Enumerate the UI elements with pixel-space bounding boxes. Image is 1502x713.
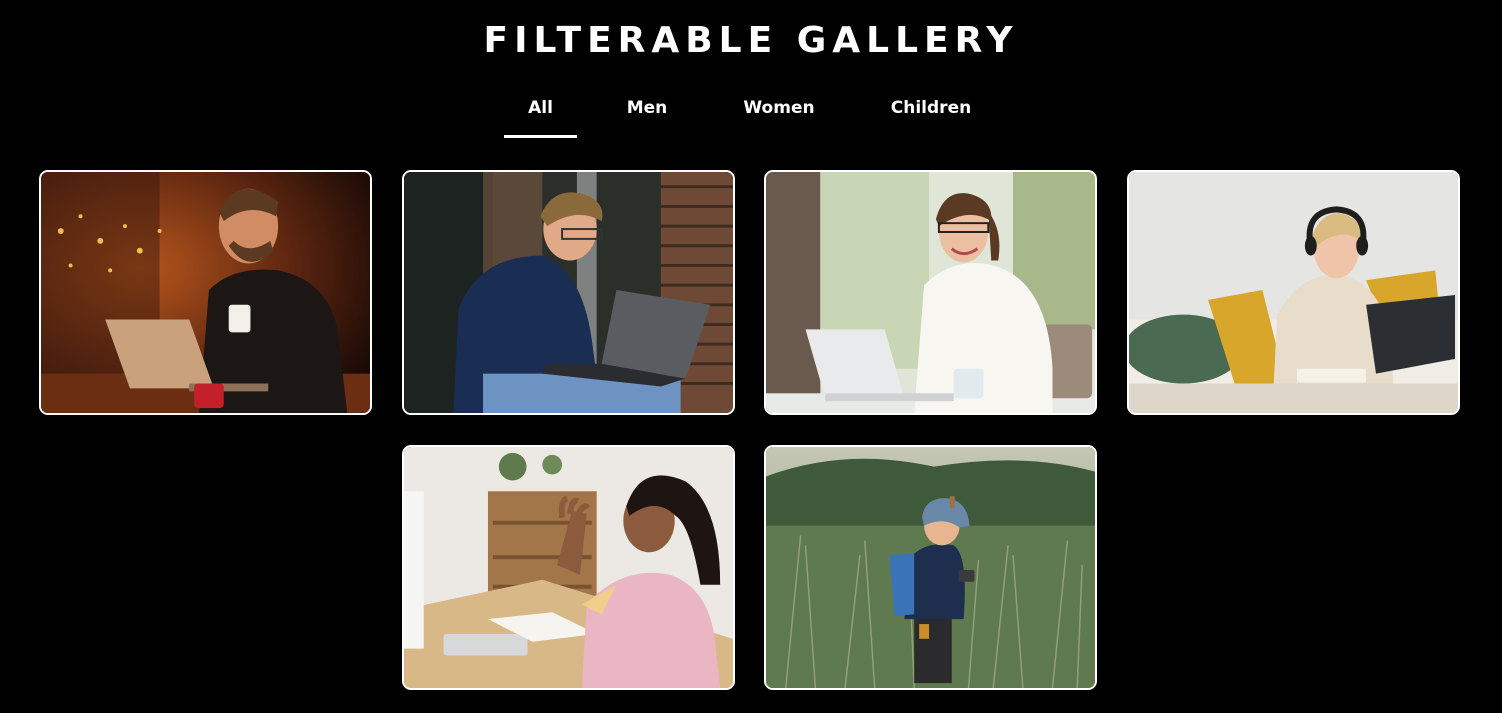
gallery-item-man-cafe[interactable] bbox=[39, 170, 372, 415]
photo-man-cafe bbox=[41, 172, 370, 413]
photo-girl-desk bbox=[404, 447, 733, 688]
gallery-item-girl-desk[interactable] bbox=[402, 445, 735, 690]
photo-man-outdoors bbox=[404, 172, 733, 413]
gallery-item-man-outdoors[interactable] bbox=[402, 170, 735, 415]
filter-tabs: All Men Women Children bbox=[0, 92, 1502, 138]
photo-boy-grass bbox=[766, 447, 1095, 688]
photo-woman-couch bbox=[1129, 172, 1458, 413]
gallery-item-woman-couch[interactable] bbox=[1127, 170, 1460, 415]
tab-men[interactable]: Men bbox=[612, 92, 682, 138]
gallery-page: FILTERABLE GALLERY All Men Women Childre… bbox=[0, 0, 1502, 713]
gallery-item-boy-grass[interactable] bbox=[764, 445, 1097, 690]
gallery-item-woman-office[interactable] bbox=[764, 170, 1097, 415]
photo-woman-office bbox=[766, 172, 1095, 413]
page-title: FILTERABLE GALLERY bbox=[483, 20, 1019, 61]
tab-all[interactable]: All bbox=[504, 92, 577, 138]
tab-women[interactable]: Women bbox=[730, 92, 828, 138]
tab-children[interactable]: Children bbox=[882, 92, 980, 138]
